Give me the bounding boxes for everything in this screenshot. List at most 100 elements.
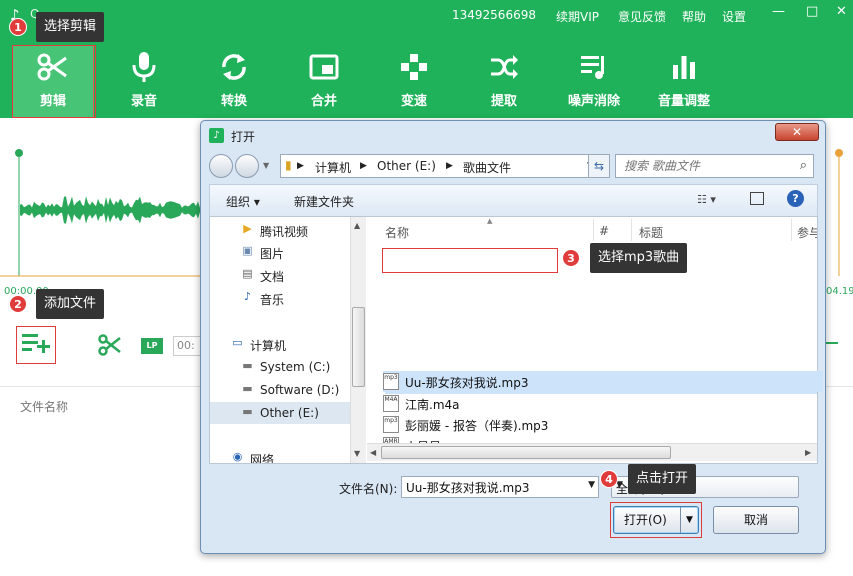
nav-item-music[interactable]: ♪ 音乐 [210, 287, 350, 309]
nav-label: 图片 [260, 247, 285, 261]
documents-icon: ▤ [242, 267, 253, 280]
nav-label: Software (D:) [260, 383, 340, 397]
help-link[interactable]: 帮助 [682, 8, 706, 25]
nav-item-network[interactable]: ◉ 网络 [210, 447, 350, 463]
scrollbar-thumb[interactable] [352, 307, 365, 387]
step-number-badge: 4 [600, 470, 618, 488]
back-button[interactable] [209, 154, 233, 178]
sort-up-icon: ▲ [487, 217, 493, 225]
refresh-button[interactable]: ⇆ [588, 154, 610, 178]
nav-item-tencent-video[interactable]: ▶ 腾讯视频 [210, 219, 350, 241]
shuffle-icon [464, 46, 544, 86]
column-header-name[interactable]: 名称 [385, 224, 409, 250]
column-header-artist[interactable]: 参与 [797, 224, 817, 250]
tool-extract[interactable]: 提取 [464, 46, 544, 118]
scroll-left-icon[interactable]: ◀ [370, 448, 376, 457]
speed-icon [374, 46, 454, 86]
scroll-up-icon[interactable]: ▲ [354, 221, 360, 230]
view-options-icon[interactable]: ☷ ▾ [697, 193, 716, 206]
drive-icon: ▬ [242, 359, 253, 372]
filename-field[interactable]: ▼ [401, 476, 599, 498]
file-row[interactable]: mp3 Uu-那女孩对我说.mp3 [383, 371, 823, 392]
minimize-button[interactable]: — [772, 4, 785, 19]
breadcrumb-item[interactable]: 计算机 [315, 159, 351, 176]
nav-item-other-e[interactable]: ▬ Other (E:) [210, 402, 350, 424]
callout-select-mp3: 选择mp3歌曲 [590, 243, 688, 273]
lp-badge[interactable]: LP [141, 338, 163, 354]
feedback-link[interactable]: 意见反馈 [618, 8, 666, 25]
breadcrumb-item[interactable]: 歌曲文件 [463, 159, 511, 176]
m4a-file-icon: M4A [383, 395, 399, 412]
file-row[interactable]: mp3 彭丽媛 - 报答（伴奏).mp3 [383, 414, 823, 435]
chevron-right-icon: ▶ [360, 161, 367, 171]
nav-item-system-c[interactable]: ▬ System (C:) [210, 356, 350, 378]
nav-label: 音乐 [260, 293, 285, 307]
nav-scrollbar[interactable]: ▲ ▼ [350, 217, 366, 463]
cancel-button[interactable]: 取消 [713, 506, 799, 534]
scroll-right-icon[interactable]: ▶ [805, 448, 811, 457]
mp3-file-icon: mp3 [383, 416, 399, 433]
search-box[interactable]: ⌕ [615, 154, 814, 178]
nav-item-documents[interactable]: ▤ 文档 [210, 264, 350, 286]
breadcrumb[interactable]: ▮ ▶ 计算机 ▶ Other (E:) ▶ 歌曲文件 ▼ [280, 154, 608, 178]
file-name: 江南.m4a [405, 398, 460, 412]
search-input[interactable] [624, 158, 784, 174]
step-number-badge: 3 [562, 249, 580, 267]
nav-item-computer[interactable]: ▭ 计算机 [210, 333, 350, 355]
volume-bars-icon [644, 46, 724, 86]
file-name-header: 文件名称 [20, 400, 69, 414]
tool-label: 合并 [310, 94, 337, 109]
dialog-title: 打开 [231, 130, 256, 144]
file-row[interactable]: M4A 江南.m4a [383, 393, 823, 414]
file-list-scrollbar[interactable]: ◀ ▶ [367, 443, 817, 461]
search-icon[interactable]: ⌕ [800, 158, 807, 173]
network-icon: ◉ [232, 450, 243, 463]
nav-label: 腾讯视频 [260, 225, 309, 239]
renew-vip-link[interactable]: 续期VIP [556, 8, 599, 25]
tool-speed[interactable]: 变速 [374, 46, 454, 118]
address-bar: ▼ ▮ ▶ 计算机 ▶ Other (E:) ▶ 歌曲文件 ▼ ⇆ ⌕ [209, 154, 814, 178]
scissors-icon[interactable] [98, 334, 122, 359]
open-file-dialog: ♪ 打开 ✕ ▼ ▮ ▶ 计算机 ▶ Other (E:) ▶ 歌曲文件 ▼ ⇆… [200, 120, 826, 554]
chevron-right-icon: ▶ [297, 161, 304, 171]
filename-input[interactable] [406, 479, 576, 496]
highlight-mp3-file [382, 248, 558, 273]
nav-item-software-d[interactable]: ▬ Software (D:) [210, 379, 350, 401]
highlight-cut-tool [12, 45, 96, 118]
preview-pane-icon[interactable] [750, 192, 764, 205]
tool-label: 录音 [130, 94, 157, 109]
drive-icon: ▬ [242, 382, 253, 395]
chevron-down-icon[interactable]: ▼ [588, 480, 595, 490]
new-folder-button[interactable]: 新建文件夹 [294, 193, 354, 210]
recent-dropdown-icon[interactable]: ▼ [263, 161, 269, 170]
breadcrumb-item[interactable]: Other (E:) [377, 159, 436, 173]
step-number-badge: 1 [9, 18, 27, 36]
tool-record[interactable]: 录音 [104, 46, 184, 118]
folder-icon: ▮ [285, 158, 292, 172]
settings-link[interactable]: 设置 [722, 8, 746, 25]
dialog-app-icon: ♪ [209, 128, 224, 143]
close-button[interactable]: ✕ [836, 4, 847, 19]
filename-label: 文件名(N): [339, 482, 398, 496]
organize-button[interactable]: 组织 ▾ [226, 193, 260, 210]
tool-merge[interactable]: 合并 [284, 46, 364, 118]
tool-denoise[interactable]: 噪声消除 [554, 46, 634, 118]
scrollbar-thumb[interactable] [381, 446, 671, 459]
music-icon: ♪ [243, 290, 252, 303]
mp3-file-icon: mp3 [383, 373, 399, 390]
chevron-right-icon: ▶ [446, 161, 453, 171]
time-end-label: 04.19 [826, 286, 853, 297]
dialog-close-button[interactable]: ✕ [775, 123, 819, 141]
forward-button[interactable] [235, 154, 259, 178]
nav-item-pictures[interactable]: ▣ 图片 [210, 241, 350, 263]
maximize-button[interactable]: □ [806, 4, 818, 19]
tool-volume[interactable]: 音量调整 [644, 46, 724, 118]
microphone-icon [104, 46, 184, 86]
help-icon[interactable]: ? [787, 190, 804, 207]
file-name: 彭丽媛 - 报答（伴奏).mp3 [405, 419, 549, 433]
time-input[interactable]: 00: [173, 336, 201, 356]
tool-label: 噪声消除 [567, 94, 620, 109]
tool-convert[interactable]: 转换 [194, 46, 274, 118]
minus-icon[interactable] [826, 342, 838, 344]
scroll-down-icon[interactable]: ▼ [354, 449, 360, 458]
